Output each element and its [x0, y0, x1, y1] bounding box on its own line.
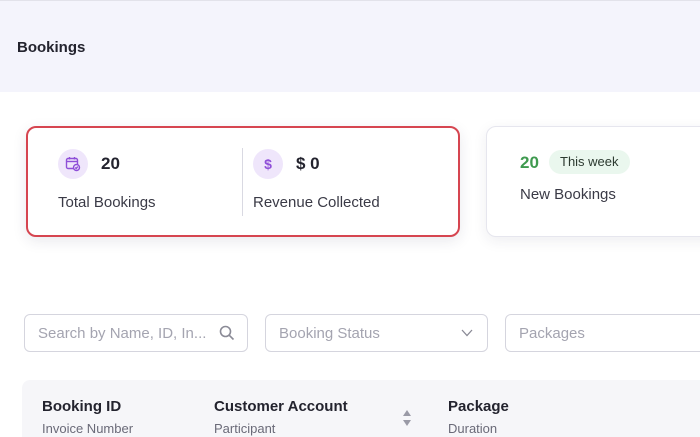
column-title: Package: [448, 398, 509, 415]
packages-select[interactable]: Packages: [505, 314, 700, 352]
booking-status-select[interactable]: Booking Status: [265, 314, 488, 352]
calendar-check-icon: [58, 149, 88, 179]
revenue-value: $ 0: [296, 154, 320, 173]
booking-status-placeholder: Booking Status: [279, 325, 380, 342]
total-bookings-label: Total Bookings: [58, 194, 156, 211]
column-subtitle: Duration: [448, 421, 498, 436]
search-placeholder: Search by Name, ID, In...: [38, 325, 207, 342]
column-title: Booking ID: [42, 398, 122, 415]
bookings-table-header: Booking ID Invoice Number Customer Accou…: [22, 380, 700, 437]
this-week-badge: This week: [549, 150, 630, 174]
booking-stats-card: 20 Total Bookings $ $ 0 Revenue Collecte…: [26, 126, 460, 237]
search-input[interactable]: Search by Name, ID, In...: [24, 314, 248, 352]
column-subtitle: Invoice Number: [42, 421, 134, 436]
dollar-icon: $: [253, 149, 283, 179]
column-customer-account[interactable]: Customer Account Participant: [214, 398, 348, 436]
column-subtitle: Participant: [214, 421, 276, 436]
packages-placeholder: Packages: [519, 325, 585, 342]
page-header: Bookings: [0, 0, 700, 92]
new-bookings-card: 20 This week New Bookings: [486, 126, 700, 237]
revenue-label: Revenue Collected: [253, 194, 380, 211]
new-bookings-count: 20: [520, 153, 539, 172]
sort-icon[interactable]: [402, 409, 412, 427]
column-package[interactable]: Package Duration: [448, 398, 509, 436]
chevron-down-icon: [461, 329, 473, 337]
stats-divider: [242, 148, 243, 216]
page-title: Bookings: [17, 39, 86, 56]
new-bookings-label: New Bookings: [520, 186, 616, 203]
total-bookings-value: 20: [101, 154, 120, 173]
search-icon[interactable]: [219, 325, 235, 341]
column-title: Customer Account: [214, 398, 348, 415]
column-booking-id[interactable]: Booking ID Invoice Number: [42, 398, 133, 436]
